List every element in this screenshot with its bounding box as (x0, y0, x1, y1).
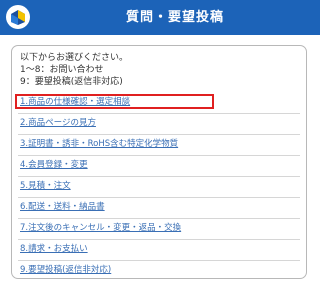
inquiry-menu: 1.商品の仕様確認・選定相談 2.商品ページの見方 3.証明書・誘非・RoHS含… (12, 93, 306, 281)
menu-item-request[interactable]: 9.要望投稿(返信非対応) (18, 261, 300, 281)
intro-line-3: 9：要望投稿(返信非対応) (20, 77, 123, 87)
menu-link-certificates[interactable]: 3.証明書・誘非・RoHS含む特定化学物質 (20, 139, 178, 150)
menu-item-delivery[interactable]: 6.配送・送料・納品書 (18, 198, 300, 219)
menu-link-quote-order[interactable]: 5.見積・注文 (20, 181, 71, 192)
menu-item-spec-consult[interactable]: 1.商品の仕様確認・選定相談 (15, 93, 300, 114)
menu-item-product-page[interactable]: 2.商品ページの見方 (18, 114, 300, 135)
intro-text: 以下からお選びください。 1～8：お問い合わせ 9：要望投稿(返信非対応) (20, 52, 128, 88)
menu-item-certificates[interactable]: 3.証明書・誘非・RoHS含む特定化学物質 (18, 135, 300, 156)
intro-line-2: 1～8：お問い合わせ (20, 65, 104, 75)
page-title: 質問・要望投稿 (125, 10, 224, 25)
menu-link-billing[interactable]: 8.請求・お支払い (20, 244, 88, 255)
menu-item-quote-order[interactable]: 5.見積・注文 (18, 177, 300, 198)
menu-item-billing[interactable]: 8.請求・お支払い (18, 240, 300, 261)
menu-link-spec-consult[interactable]: 1.商品の仕様確認・選定相談 (20, 97, 130, 108)
menu-link-product-page[interactable]: 2.商品ページの見方 (20, 118, 96, 129)
menu-link-cancel-return[interactable]: 7.注文後のキャンセル・変更・返品・交換 (20, 223, 181, 234)
company-logo-icon (6, 5, 30, 29)
intro-line-1: 以下からお選びください。 (20, 53, 129, 63)
menu-link-membership[interactable]: 4.会員登録・変更 (20, 160, 88, 171)
inquiry-panel: 以下からお選びください。 1～8：お問い合わせ 9：要望投稿(返信非対応) 1.… (11, 45, 307, 279)
menu-item-membership[interactable]: 4.会員登録・変更 (18, 156, 300, 177)
menu-link-delivery[interactable]: 6.配送・送料・納品書 (20, 202, 105, 213)
page: 質問・要望投稿 以下からお選びください。 1～8：お問い合わせ 9：要望投稿(返… (0, 0, 320, 285)
menu-link-request[interactable]: 9.要望投稿(返信非対応) (20, 265, 111, 276)
header-bar: 質問・要望投稿 (0, 0, 320, 35)
menu-item-cancel-return[interactable]: 7.注文後のキャンセル・変更・返品・交換 (18, 219, 300, 240)
